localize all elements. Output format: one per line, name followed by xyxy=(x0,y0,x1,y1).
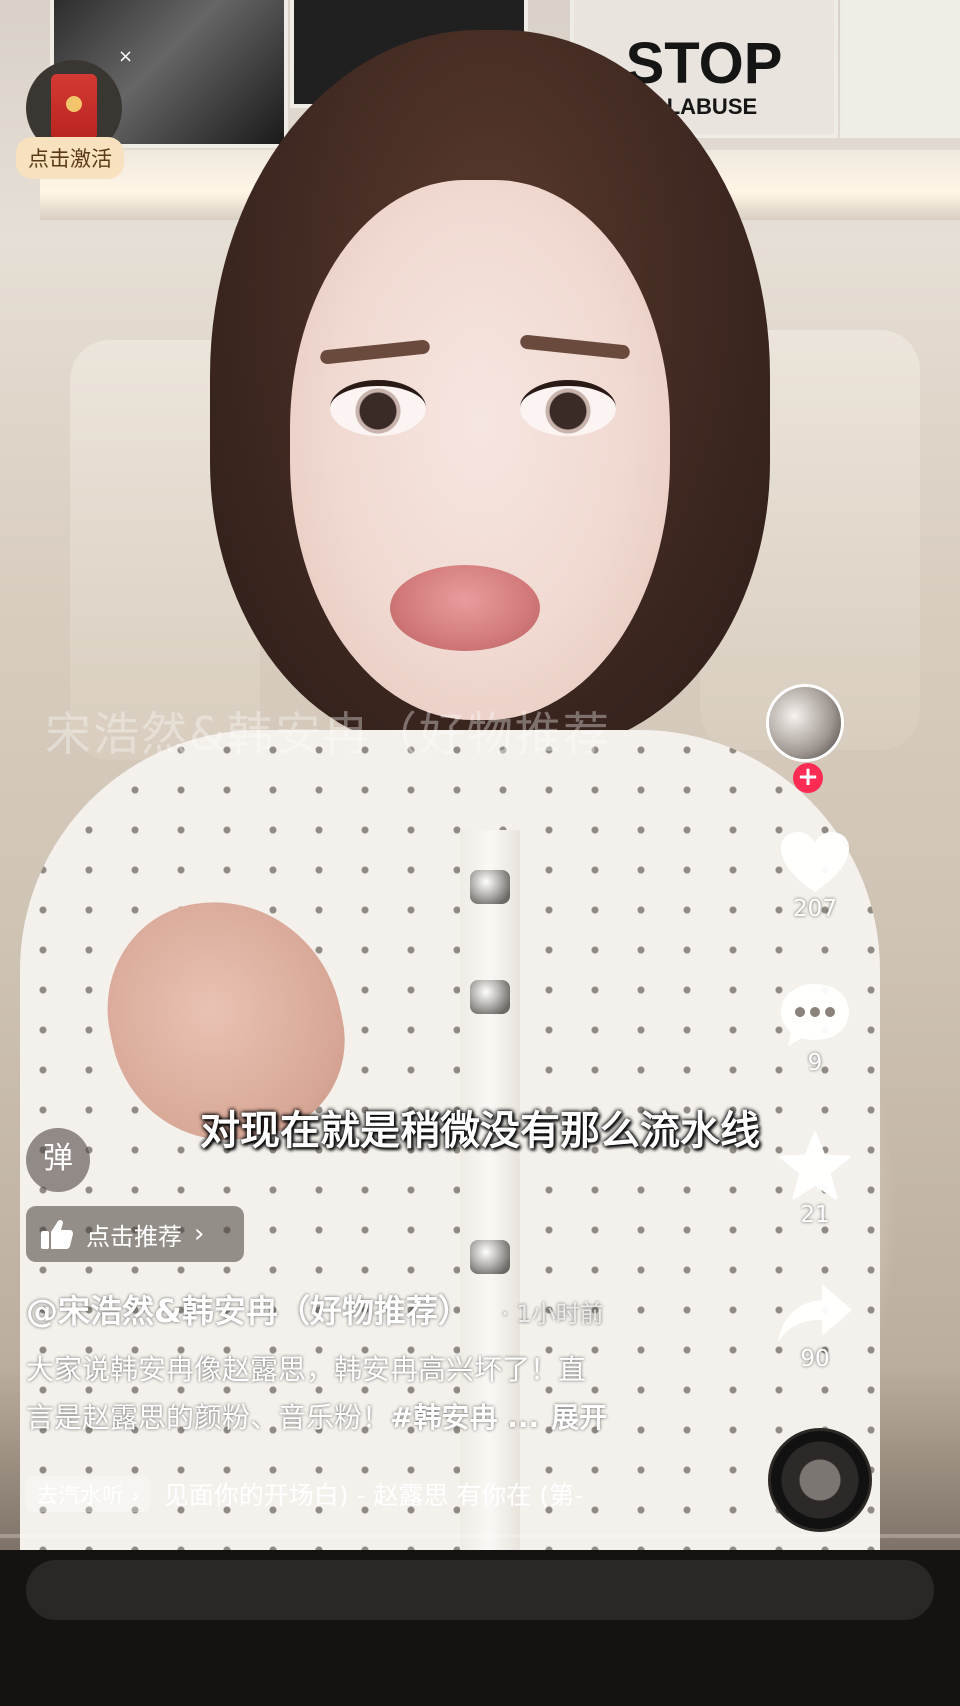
post-time: · 1小时前 xyxy=(501,1300,604,1328)
red-packet-close-icon[interactable]: × xyxy=(118,46,133,67)
post-description: 大家说韩安冉像赵露思，韩安冉高兴坏了！直 言是赵露思的颜粉、音乐粉！#韩安冉 .… xyxy=(26,1346,746,1442)
author-avatar[interactable] xyxy=(766,684,844,762)
envelope-seal-icon xyxy=(66,96,82,112)
video-watermark: 宋浩然&韩安冉（好物推荐 xyxy=(45,707,611,761)
red-envelope-icon xyxy=(51,74,97,140)
right-action-rail: + 207 9 21 90 xyxy=(760,680,960,1700)
cardigan-button xyxy=(470,870,510,904)
comment-bubble-icon xyxy=(781,984,849,1046)
description-line-1: 大家说韩安冉像赵露思，韩安冉高兴坏了！直 xyxy=(26,1353,587,1386)
recommend-label: 点击推荐 xyxy=(86,1222,182,1251)
favorite-count: 21 xyxy=(800,1202,830,1228)
favorite-button[interactable]: 21 xyxy=(760,1130,870,1228)
author-line: @宋浩然&韩安冉（好物推荐） · 1小时前 xyxy=(26,1286,604,1332)
music-disc-icon[interactable] xyxy=(768,1428,872,1532)
share-count: 90 xyxy=(800,1346,830,1372)
like-button[interactable]: 207 xyxy=(760,830,870,922)
danmaku-toggle-button[interactable]: 弹 xyxy=(26,1128,90,1192)
follow-button[interactable]: + xyxy=(793,763,823,793)
hashtag-link[interactable]: #韩安冉 ... xyxy=(390,1401,539,1434)
share-arrow-icon xyxy=(778,1284,852,1342)
person-eye-left xyxy=(330,380,426,436)
song-title: 见面你的开场白) - 赵露思 有你在 (第- xyxy=(163,1481,584,1510)
video-progress-bar[interactable] xyxy=(0,1534,960,1538)
comment-input-bar[interactable] xyxy=(26,1560,934,1620)
chevron-right-icon: › xyxy=(194,1219,205,1249)
background-poster-red xyxy=(840,0,960,138)
share-button[interactable]: 90 xyxy=(760,1280,870,1372)
listen-in-app-button[interactable]: 去汽水听 › xyxy=(26,1476,150,1512)
comment-button[interactable]: 9 xyxy=(760,980,870,1076)
comment-count: 9 xyxy=(807,1050,823,1076)
cardigan-button xyxy=(470,980,510,1014)
description-line-2-text: 言是赵露思的颜粉、音乐粉！ xyxy=(26,1401,391,1434)
star-icon xyxy=(779,1131,851,1200)
music-row[interactable]: 去汽水听 › 见面你的开场白) - 赵露思 有你在 (第- xyxy=(26,1474,583,1514)
person-lips xyxy=(390,565,540,651)
author-name-link[interactable]: @宋浩然&韩安冉（好物推荐） xyxy=(26,1292,470,1330)
expand-button[interactable]: 展开 xyxy=(551,1401,607,1434)
person-eye-right xyxy=(520,380,616,436)
like-count: 207 xyxy=(793,896,837,922)
heart-icon xyxy=(781,832,849,892)
recommend-button[interactable]: 点击推荐 › xyxy=(26,1206,244,1262)
description-line-2: 言是赵露思的颜粉、音乐粉！#韩安冉 ... 展开 xyxy=(26,1394,746,1442)
activate-button[interactable]: 点击激活 xyxy=(16,137,124,179)
cardigan-button xyxy=(470,1240,510,1274)
thumbs-up-icon xyxy=(41,1219,73,1249)
